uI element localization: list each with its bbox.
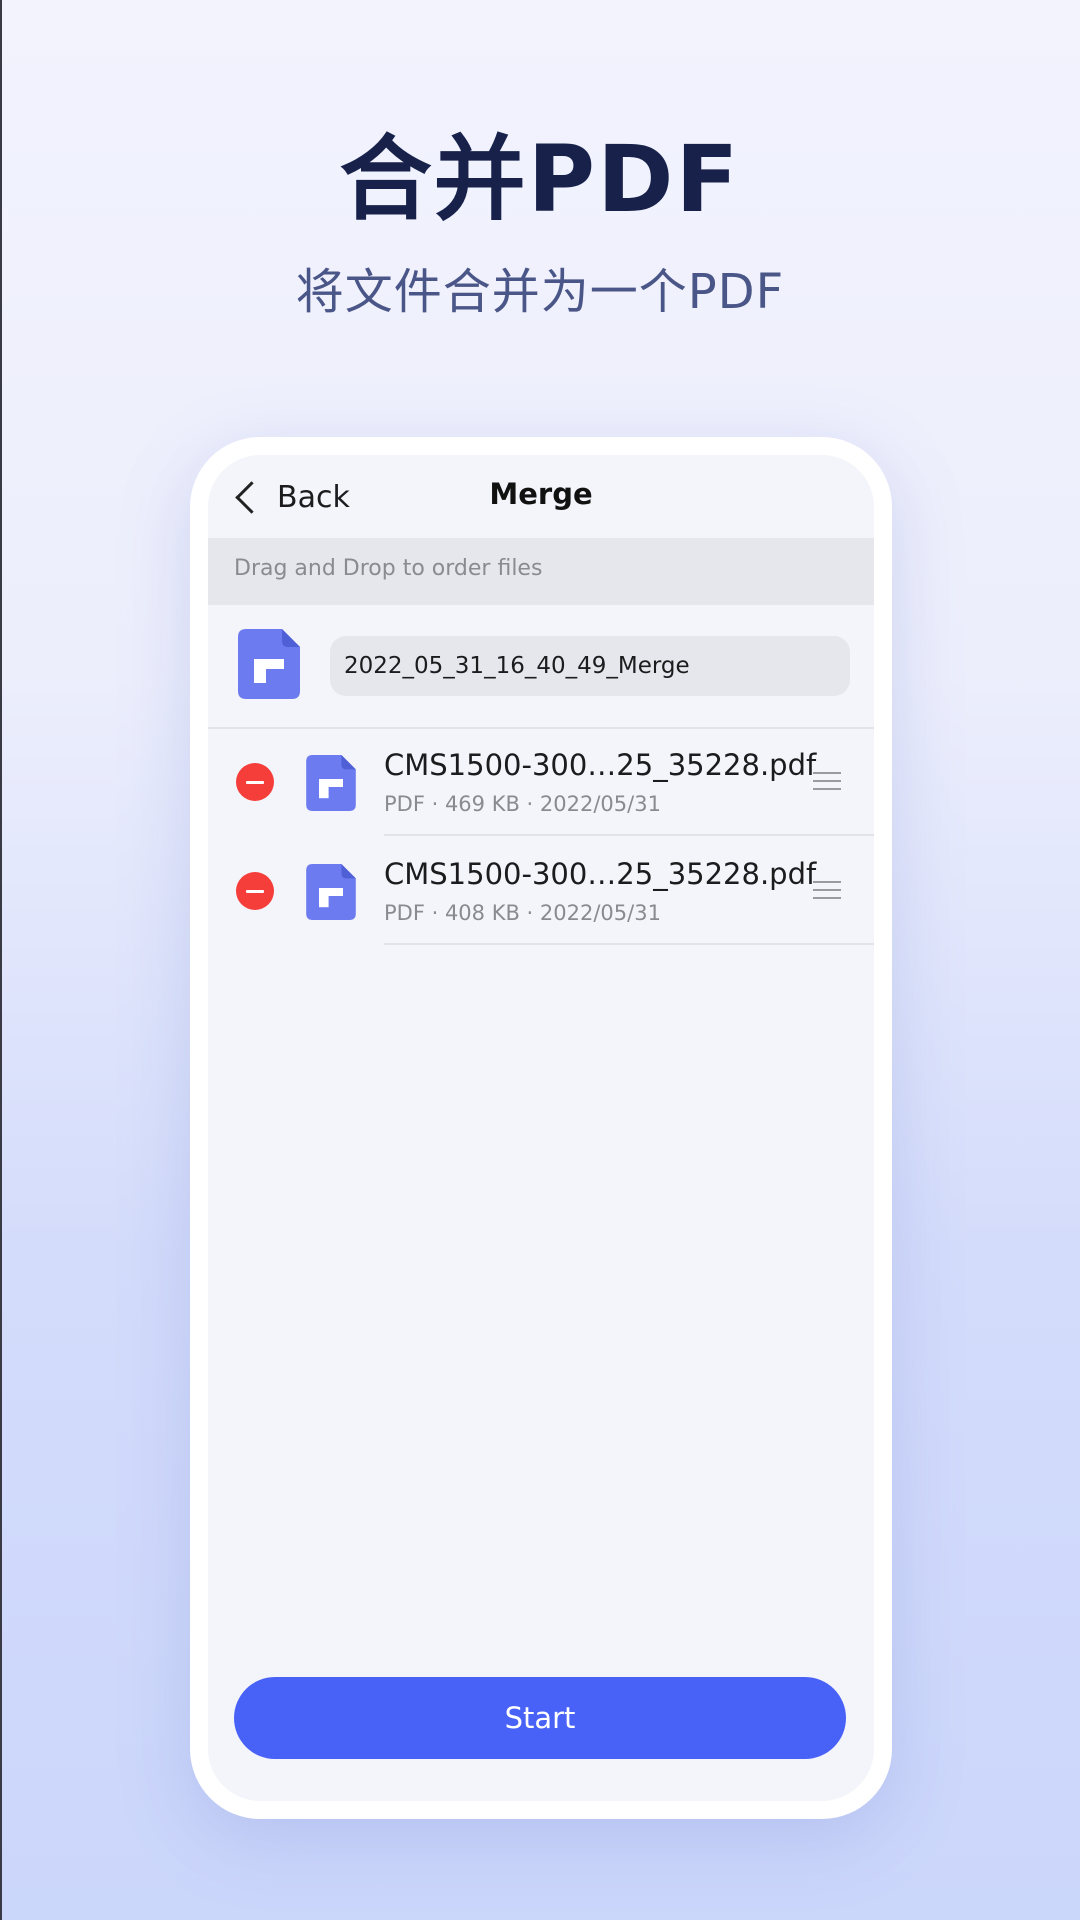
row-divider bbox=[384, 943, 874, 945]
file-row[interactable]: CMS1500-300…25_35228.pdf PDF · 469 KB · … bbox=[208, 728, 874, 836]
output-name-row: 2022_05_31_16_40_49_Merge bbox=[208, 605, 874, 729]
drag-handle-icon[interactable] bbox=[813, 881, 841, 899]
hero-title: 合并PDF bbox=[339, 126, 741, 233]
file-name: CMS1500-300…25_35228.pdf bbox=[384, 748, 817, 782]
row-divider bbox=[384, 834, 874, 836]
promo-page: 合并PDF 将文件合并为一个PDF Back Merge Drag and Dr… bbox=[0, 0, 1080, 1920]
hint-bar: Drag and Drop to order files bbox=[208, 538, 874, 605]
pdf-file-icon bbox=[306, 755, 356, 811]
hint-text: Drag and Drop to order files bbox=[234, 556, 543, 581]
file-meta: PDF · 408 KB · 2022/05/31 bbox=[384, 901, 661, 925]
output-filename-input[interactable]: 2022_05_31_16_40_49_Merge bbox=[330, 636, 850, 696]
minus-circle-icon[interactable] bbox=[236, 872, 274, 910]
pdf-file-icon bbox=[238, 629, 300, 699]
pdf-file-icon bbox=[306, 864, 356, 920]
page-title: Merge bbox=[489, 477, 593, 511]
minus-circle-icon[interactable] bbox=[236, 763, 274, 801]
start-button[interactable]: Start bbox=[234, 1677, 846, 1759]
phone-screen: Back Merge Drag and Drop to order files … bbox=[208, 455, 874, 1801]
phone-frame: Back Merge Drag and Drop to order files … bbox=[190, 437, 892, 1819]
nav-bar: Back Merge bbox=[208, 455, 874, 538]
file-row[interactable]: CMS1500-300…25_35228.pdf PDF · 408 KB · … bbox=[208, 837, 874, 945]
hero-subtitle: 将文件合并为一个PDF bbox=[295, 264, 785, 320]
file-name: CMS1500-300…25_35228.pdf bbox=[384, 857, 817, 891]
file-meta: PDF · 469 KB · 2022/05/31 bbox=[384, 792, 661, 816]
drag-handle-icon[interactable] bbox=[813, 772, 841, 790]
